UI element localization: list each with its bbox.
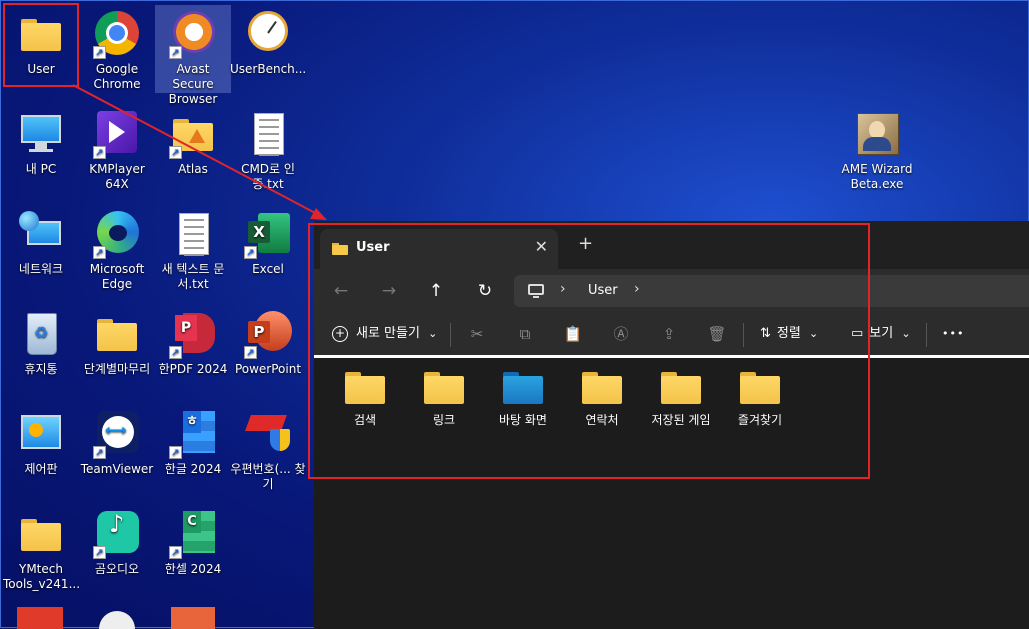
annotation-arrow [72, 84, 327, 220]
desktop: User ↗ Google Chrome ↗ Avast Secure Brow… [0, 0, 1029, 629]
